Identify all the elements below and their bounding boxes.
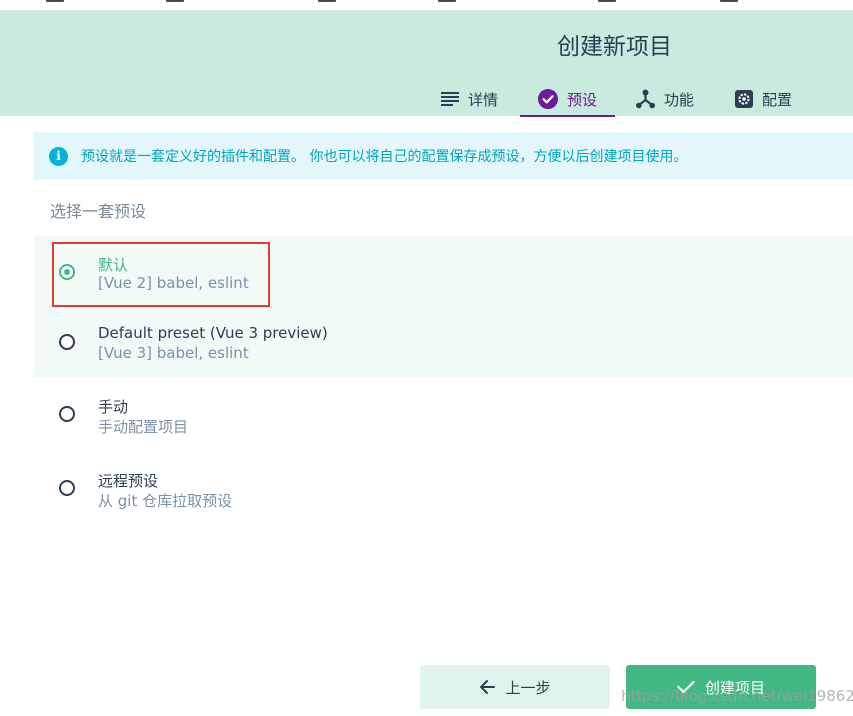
preset-name: 远程预设	[98, 472, 159, 490]
tab-features[interactable]: 功能	[636, 81, 694, 117]
tab-config[interactable]: 配置	[735, 81, 792, 117]
check-circle-icon	[538, 89, 558, 109]
tab-label: 功能	[664, 90, 695, 109]
list-icon	[441, 92, 459, 106]
preset-description: [Vue 2] babel, eslint	[98, 274, 249, 292]
info-icon: i	[49, 146, 68, 166]
partial-icon	[46, 0, 64, 2]
partial-icon	[166, 0, 184, 2]
previous-button-label: 上一步	[505, 678, 551, 697]
previous-button[interactable]: 上一步	[420, 665, 610, 709]
preset-name: 手动	[98, 398, 129, 416]
create-project-page: 创建新项目 详情 预设 功能 配置 i 预设就是一套定义好的插件和配置。 你也可…	[0, 0, 853, 716]
partial-icon	[438, 0, 456, 2]
radio-button[interactable]	[59, 480, 75, 496]
fork-icon	[636, 89, 655, 109]
top-strip	[0, 0, 853, 11]
radio-button[interactable]	[59, 406, 75, 422]
tab-presets[interactable]: 预设	[519, 81, 616, 117]
partial-icon	[318, 0, 336, 2]
section-title: 选择一套预设	[50, 202, 147, 221]
preset-vue3[interactable]: Default preset (Vue 3 preview) [Vue 3] b…	[34, 306, 853, 378]
arrow-left-icon	[480, 680, 496, 694]
tab-details[interactable]: 详情	[441, 81, 498, 117]
partial-icon	[720, 0, 738, 2]
tab-label: 预设	[567, 90, 598, 109]
tab-label: 配置	[762, 90, 793, 109]
tab-label: 详情	[468, 90, 499, 109]
preset-default[interactable]: 默认 [Vue 2] babel, eslint	[34, 236, 853, 308]
preset-description: 从 git 仓库拉取预设	[98, 492, 233, 510]
preset-name: Default preset (Vue 3 preview)	[98, 324, 328, 342]
preset-description: 手动配置项目	[98, 418, 189, 436]
radio-button[interactable]	[59, 264, 75, 280]
watermark: https://blog.csdn.net/wei198621	[621, 687, 853, 705]
info-banner-text: 预设就是一套定义好的插件和配置。 你也可以将自己的配置保存成预设，方便以后创建项…	[81, 149, 688, 165]
info-banner: i 预设就是一套定义好的插件和配置。 你也可以将自己的配置保存成预设，方便以后创…	[34, 132, 853, 180]
preset-manual[interactable]: 手动 手动配置项目	[34, 378, 853, 450]
partial-icon	[598, 0, 616, 2]
settings-icon	[735, 90, 753, 108]
preset-name: 默认	[98, 256, 129, 274]
header: 创建新项目 详情 预设 功能 配置	[0, 11, 853, 117]
preset-description: [Vue 3] babel, eslint	[98, 344, 249, 362]
page-title: 创建新项目	[557, 34, 672, 60]
radio-button[interactable]	[59, 334, 75, 350]
preset-remote[interactable]: 远程预设 从 git 仓库拉取预设	[34, 452, 853, 524]
